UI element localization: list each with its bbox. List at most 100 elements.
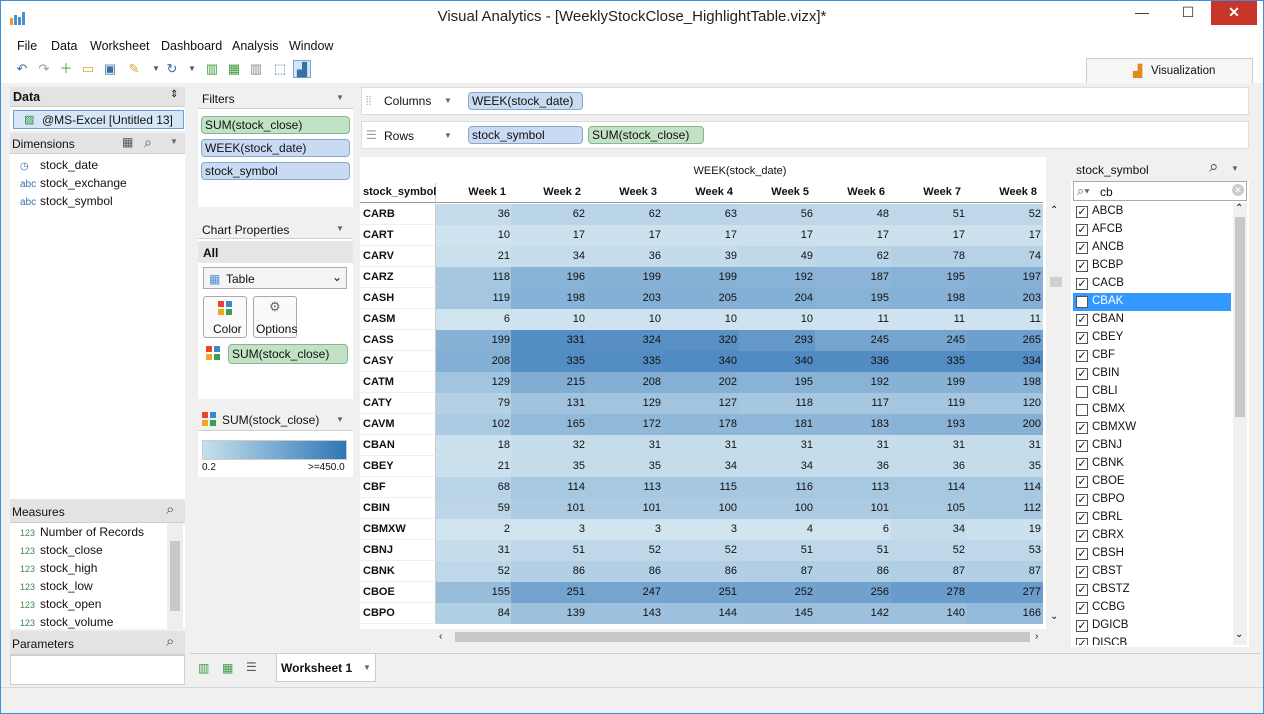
measure-item[interactable]: 123 stock_low xyxy=(20,579,93,593)
table-cell[interactable]: 6 xyxy=(436,309,512,330)
table-cell[interactable]: 17 xyxy=(587,225,663,246)
columns-menu-icon[interactable]: ▼ xyxy=(444,96,452,105)
table-cell[interactable]: 331 xyxy=(511,330,587,351)
table-cell[interactable]: 165 xyxy=(511,414,587,435)
table-cell[interactable]: 144 xyxy=(663,603,739,624)
table-cell[interactable]: 17 xyxy=(815,225,891,246)
table-cell[interactable]: 68 xyxy=(436,477,512,498)
symbol-list-item[interactable]: ✓ BCBP xyxy=(1073,257,1231,275)
table-cell[interactable]: 2 xyxy=(436,519,512,540)
refresh-dropdown-icon[interactable]: ▼ xyxy=(183,60,201,78)
close-button[interactable]: ✕ xyxy=(1211,1,1257,25)
table-cell[interactable]: 10 xyxy=(663,309,739,330)
new-icon[interactable]: ＋ xyxy=(57,60,75,78)
table-cell[interactable]: 62 xyxy=(511,204,587,225)
symbol-list-item[interactable]: ✓ CBST xyxy=(1073,563,1231,581)
table-cell[interactable]: 335 xyxy=(587,351,663,372)
table-cell[interactable]: 198 xyxy=(511,288,587,309)
table-cell[interactable]: 35 xyxy=(511,456,587,477)
menu-analysis[interactable]: Analysis xyxy=(232,39,279,53)
table-cell[interactable]: 87 xyxy=(739,561,815,582)
table-view-icon[interactable]: ▦ xyxy=(122,135,133,149)
table-cell[interactable]: 277 xyxy=(967,582,1043,603)
table-cell[interactable]: 204 xyxy=(739,288,815,309)
legend-menu-icon[interactable]: ▼ xyxy=(336,415,344,424)
table-cell[interactable]: 336 xyxy=(815,351,891,372)
table-cell[interactable]: 247 xyxy=(587,582,663,603)
checkbox-checked[interactable]: ✓ xyxy=(1076,512,1088,524)
table-cell[interactable]: 340 xyxy=(739,351,815,372)
table-cell[interactable]: 79 xyxy=(436,393,512,414)
table-cell[interactable]: 51 xyxy=(511,540,587,561)
table-cell[interactable]: 10 xyxy=(511,309,587,330)
table-cell[interactable]: 198 xyxy=(891,288,967,309)
table-cell[interactable]: 195 xyxy=(891,267,967,288)
checkbox-checked[interactable]: ✓ xyxy=(1076,206,1088,218)
symbol-list-item[interactable]: CBLI xyxy=(1073,383,1231,401)
table-cell[interactable]: 86 xyxy=(663,561,739,582)
new-worksheet-icon[interactable]: ▥ xyxy=(203,60,221,78)
table-cell[interactable]: 35 xyxy=(587,456,663,477)
table-cell[interactable]: 31 xyxy=(967,435,1043,456)
table-cell[interactable]: 265 xyxy=(967,330,1043,351)
symbol-list-item[interactable]: CBAK xyxy=(1073,293,1231,311)
table-cell[interactable]: 193 xyxy=(891,414,967,435)
save-icon[interactable]: ▣ xyxy=(101,60,119,78)
columns-pill-week[interactable]: WEEK(stock_date) xyxy=(468,92,583,110)
color-button[interactable]: Color xyxy=(203,296,247,338)
table-cell[interactable]: 87 xyxy=(967,561,1043,582)
symbol-list-item[interactable]: ✓ CCBG xyxy=(1073,599,1231,617)
checkbox-checked[interactable]: ✓ xyxy=(1076,620,1088,632)
checkbox-checked[interactable]: ✓ xyxy=(1076,278,1088,290)
table-cell[interactable]: 17 xyxy=(891,225,967,246)
table-cell[interactable]: 51 xyxy=(815,540,891,561)
table-cell[interactable]: 34 xyxy=(511,246,587,267)
table-cell[interactable]: 101 xyxy=(587,498,663,519)
table-cell[interactable]: 31 xyxy=(436,540,512,561)
table-cell[interactable]: 340 xyxy=(663,351,739,372)
measures-search-icon[interactable]: ⌕ xyxy=(166,501,174,518)
table-cell[interactable]: 11 xyxy=(891,309,967,330)
measure-item[interactable]: 123 stock_close xyxy=(20,543,103,557)
dimensions-menu-icon[interactable]: ▼ xyxy=(170,137,178,146)
symbol-list-item[interactable]: ✓ CBF xyxy=(1073,347,1231,365)
table-cell[interactable]: 252 xyxy=(739,582,815,603)
symbol-list-item[interactable]: ✓ ANCB xyxy=(1073,239,1231,257)
table-cell[interactable]: 48 xyxy=(815,204,891,225)
table-cell[interactable]: 202 xyxy=(663,372,739,393)
checkbox-checked[interactable]: ✓ xyxy=(1076,494,1088,506)
table-cell[interactable]: 320 xyxy=(663,330,739,351)
table-cell[interactable]: 84 xyxy=(436,603,512,624)
table-cell[interactable]: 105 xyxy=(891,498,967,519)
table-cell[interactable]: 31 xyxy=(739,435,815,456)
symbol-list-item[interactable]: ✓ CBNJ xyxy=(1073,437,1231,455)
checkbox-checked[interactable]: ✓ xyxy=(1076,422,1088,434)
checkbox-checked[interactable]: ✓ xyxy=(1076,602,1088,614)
symbol-list-item[interactable]: ✓ CBSH xyxy=(1073,545,1231,563)
checkbox-checked[interactable]: ✓ xyxy=(1076,440,1088,452)
filter-pill-symbol[interactable]: stock_symbol xyxy=(201,162,350,180)
table-cell[interactable]: 324 xyxy=(587,330,663,351)
table-cell[interactable]: 205 xyxy=(663,288,739,309)
table-cell[interactable]: 215 xyxy=(511,372,587,393)
symbol-list-item[interactable]: ✓ CACB xyxy=(1073,275,1231,293)
table-cell[interactable]: 87 xyxy=(891,561,967,582)
table-cell[interactable]: 17 xyxy=(739,225,815,246)
table-cell[interactable]: 10 xyxy=(587,309,663,330)
dimension-item[interactable]: abc stock_exchange xyxy=(20,176,127,190)
table-cell[interactable]: 245 xyxy=(815,330,891,351)
table-cell[interactable]: 119 xyxy=(891,393,967,414)
table-cell[interactable]: 32 xyxy=(511,435,587,456)
table-cell[interactable]: 245 xyxy=(891,330,967,351)
table-cell[interactable]: 145 xyxy=(739,603,815,624)
table-cell[interactable]: 256 xyxy=(815,582,891,603)
table-cell[interactable]: 52 xyxy=(891,540,967,561)
table-cell[interactable]: 52 xyxy=(663,540,739,561)
table-cell[interactable]: 34 xyxy=(739,456,815,477)
table-cell[interactable]: 17 xyxy=(511,225,587,246)
table-cell[interactable]: 36 xyxy=(815,456,891,477)
checkbox-checked[interactable]: ✓ xyxy=(1076,476,1088,488)
table-cell[interactable]: 100 xyxy=(739,498,815,519)
symbol-list-item[interactable]: ✓ DGICB xyxy=(1073,617,1231,635)
checkbox-checked[interactable]: ✓ xyxy=(1076,530,1088,542)
